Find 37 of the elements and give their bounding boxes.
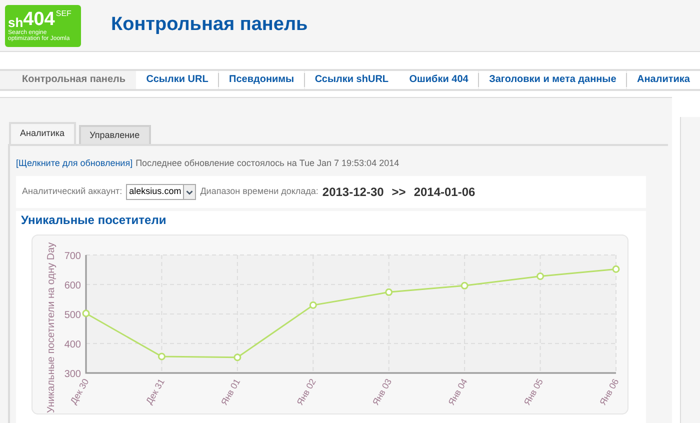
range-separator: >> (392, 184, 406, 201)
data-point (536, 272, 544, 280)
data-point (82, 310, 90, 318)
y-tick-label: 300 (64, 369, 81, 380)
data-point (460, 282, 468, 290)
account-label: Аналитический аккаунт: (22, 185, 122, 198)
nav-link[interactable]: Ошибки 404 (399, 71, 478, 89)
y-tick-label: 400 (64, 340, 81, 350)
logo-suffix: SEF (56, 10, 72, 18)
data-point (234, 354, 242, 362)
x-tick-label: Янв 02 (294, 377, 318, 407)
nav-link[interactable]: Аналитика (627, 71, 700, 89)
nav-link[interactable]: Заголовки и мета данные (479, 71, 626, 89)
range-end: 2014-01-06 (414, 184, 476, 201)
tab[interactable]: Аналитика (9, 122, 76, 144)
page-title: Контрольная панель (111, 13, 308, 38)
data-point (309, 301, 317, 309)
caret-icon (183, 185, 196, 199)
chart-title: Уникальные посетители (20, 212, 168, 229)
range-start: 2013-12-30 (322, 184, 384, 201)
logo-text: sh (8, 16, 24, 28)
data-point (385, 288, 393, 296)
y-tick-label: 700 (64, 251, 81, 262)
account-dropdown[interactable]: aleksius.com (126, 184, 196, 200)
range-label: Диапазон времени доклада: (200, 185, 318, 198)
data-point (158, 352, 166, 360)
refresh-link[interactable]: [Щелкните для обновления] (16, 157, 133, 171)
data-point (612, 265, 620, 273)
nav-link[interactable]: Псевдонимы (219, 71, 304, 89)
last-update-text: Последнее обновление состоялось на Tue Jan 7 19:53:04 2014 (136, 157, 400, 170)
tab[interactable]: Управление (78, 125, 151, 144)
y-axis-label: Уникальные посетители на одну Day (46, 242, 57, 413)
y-tick-label: 500 (64, 310, 81, 321)
logo-number: 404 (23, 10, 55, 28)
nav-link[interactable]: Ссылки shURL (304, 71, 399, 89)
y-tick-label: 600 (64, 280, 81, 292)
nav-link[interactable]: Ссылки URL (136, 71, 218, 89)
